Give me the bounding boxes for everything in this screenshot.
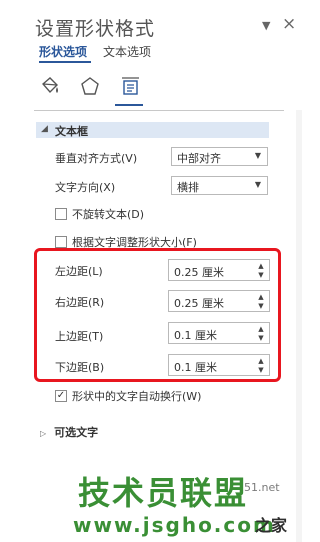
vertical-align-value: 中部对齐 <box>177 152 221 165</box>
close-icon[interactable]: × <box>282 14 296 34</box>
chevron-down-icon: ▼ <box>254 180 261 189</box>
decrement-icon[interactable]: ▼ <box>256 334 266 342</box>
watermark-partial-51: 51.net <box>244 481 280 494</box>
fill-line-icon[interactable] <box>36 72 64 100</box>
decrement-icon[interactable]: ▼ <box>256 366 266 374</box>
vertical-align-label: 垂直对齐方式(V) <box>55 152 138 165</box>
wrap-text-checkbox[interactable]: ✓ <box>55 390 67 402</box>
pane-title: 设置形状格式 <box>35 18 156 40</box>
expand-icon: ▷ <box>40 429 47 438</box>
watermark-partial-home: 之家 <box>255 516 288 535</box>
active-category-indicator <box>115 104 143 106</box>
collapse-icon: ◢ <box>41 124 48 134</box>
left-margin-label: 左边距(L) <box>55 265 103 278</box>
top-margin-label: 上边距(T) <box>55 330 104 343</box>
active-tab-indicator <box>39 61 91 63</box>
decrement-icon[interactable]: ▼ <box>256 271 266 279</box>
increment-icon[interactable]: ▲ <box>256 293 266 301</box>
autofit-checkbox[interactable] <box>55 236 67 248</box>
left-margin-value: 0.25 厘米 <box>174 266 224 279</box>
alt-text-section-header[interactable]: ▷ 可选文字 <box>40 424 98 440</box>
increment-icon[interactable]: ▲ <box>256 357 266 365</box>
section-title: 文本框 <box>55 125 88 138</box>
left-margin-spinner[interactable]: 0.25 厘米 ▲ ▼ <box>168 259 270 281</box>
no-rotate-label: 不旋转文本(D) <box>72 208 145 221</box>
tab-shape-options[interactable]: 形状选项 <box>39 43 87 60</box>
top-margin-spinner[interactable]: 0.1 厘米 ▲ ▼ <box>168 322 270 344</box>
layout-properties-icon[interactable] <box>116 72 144 100</box>
text-box-section-header[interactable]: ◢ 文本框 <box>36 122 269 138</box>
increment-icon[interactable]: ▲ <box>256 325 266 333</box>
scrollbar[interactable] <box>296 110 302 542</box>
right-margin-value: 0.25 厘米 <box>174 297 224 310</box>
divider <box>34 110 284 111</box>
pane-options-dropdown[interactable]: ▼ <box>262 19 270 32</box>
right-margin-label: 右边距(R) <box>55 296 105 309</box>
bottom-margin-value: 0.1 厘米 <box>174 361 217 374</box>
vertical-align-select[interactable]: 中部对齐 ▼ <box>171 147 268 166</box>
alt-text-title: 可选文字 <box>54 426 99 439</box>
chevron-down-icon: ▼ <box>254 151 261 160</box>
right-margin-spinner[interactable]: 0.25 厘米 ▲ ▼ <box>168 290 270 312</box>
effects-icon[interactable] <box>76 72 104 100</box>
watermark-brand: 技术员联盟 <box>78 474 249 512</box>
text-direction-value: 横排 <box>177 181 199 194</box>
tab-text-options[interactable]: 文本选项 <box>103 43 151 60</box>
top-margin-value: 0.1 厘米 <box>174 329 217 342</box>
text-direction-label: 文字方向(X) <box>55 181 116 194</box>
bottom-margin-spinner[interactable]: 0.1 厘米 ▲ ▼ <box>168 354 270 376</box>
no-rotate-checkbox[interactable] <box>55 208 67 220</box>
bottom-margin-label: 下边距(B) <box>55 361 105 374</box>
format-shape-pane: 设置形状格式 ▼ × 形状选项 文本选项 ◢ 文本框 垂直对齐方式(V) 中部对… <box>0 0 304 542</box>
wrap-text-label: 形状中的文字自动换行(W) <box>72 390 202 403</box>
text-direction-select[interactable]: 横排 ▼ <box>171 176 268 195</box>
decrement-icon[interactable]: ▼ <box>256 302 266 310</box>
increment-icon[interactable]: ▲ <box>256 262 266 270</box>
watermark-url: www.jsgho.com <box>73 513 276 537</box>
